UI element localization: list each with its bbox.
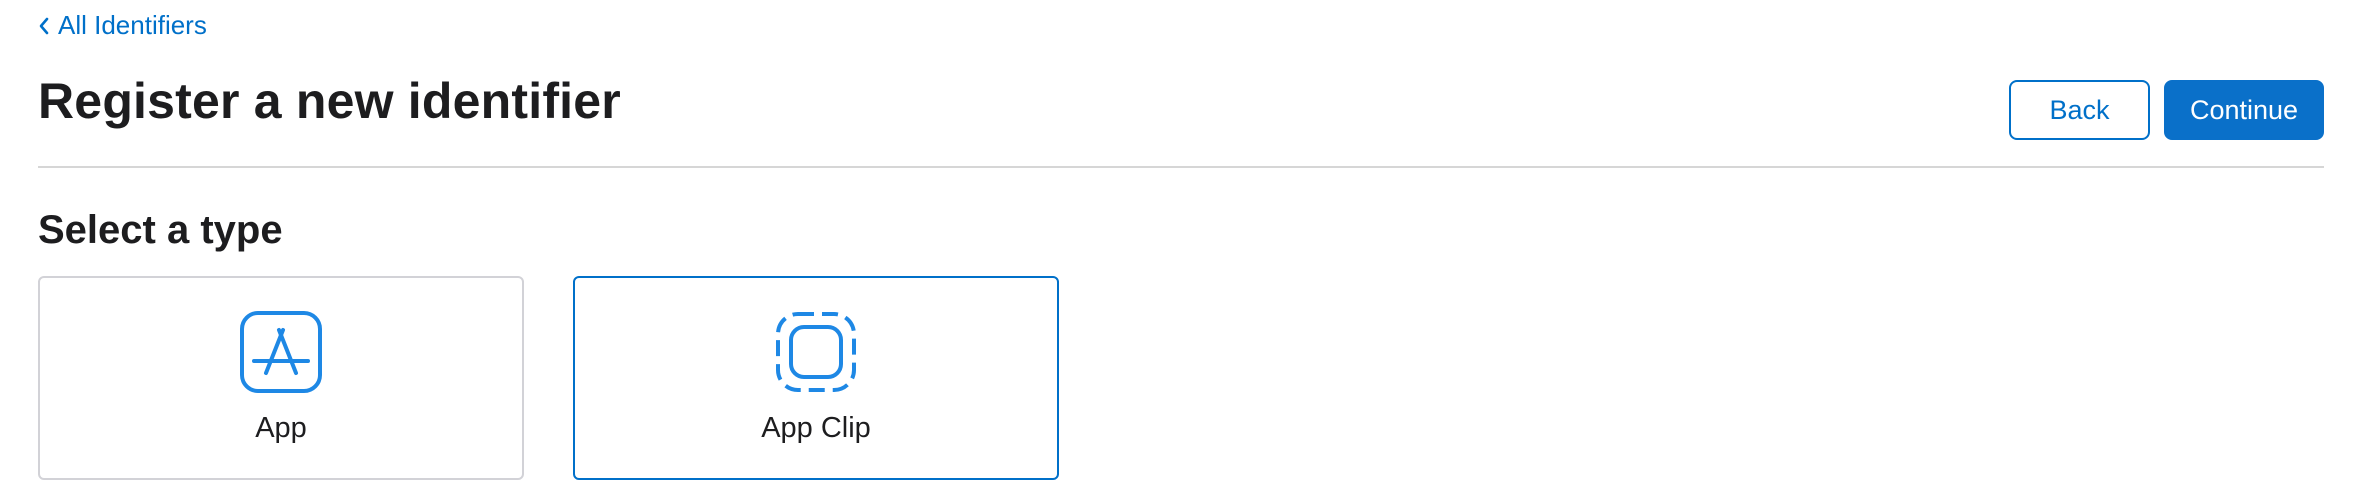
section-title: Select a type	[38, 208, 283, 252]
type-option-label: App	[255, 412, 307, 444]
app-clip-icon	[774, 310, 858, 394]
breadcrumb-all-identifiers-link[interactable]: All Identifiers	[38, 10, 207, 41]
type-option-app-clip[interactable]: App Clip	[573, 276, 1059, 480]
back-button[interactable]: Back	[2009, 80, 2150, 140]
type-option-label: App Clip	[761, 412, 871, 444]
chevron-left-icon	[38, 16, 50, 36]
type-option-app[interactable]: App	[38, 276, 524, 480]
page-title: Register a new identifier	[38, 73, 621, 129]
continue-button[interactable]: Continue	[2164, 80, 2324, 140]
breadcrumb-label: All Identifiers	[58, 10, 207, 40]
header-divider	[38, 166, 2324, 168]
app-store-icon	[239, 310, 323, 394]
